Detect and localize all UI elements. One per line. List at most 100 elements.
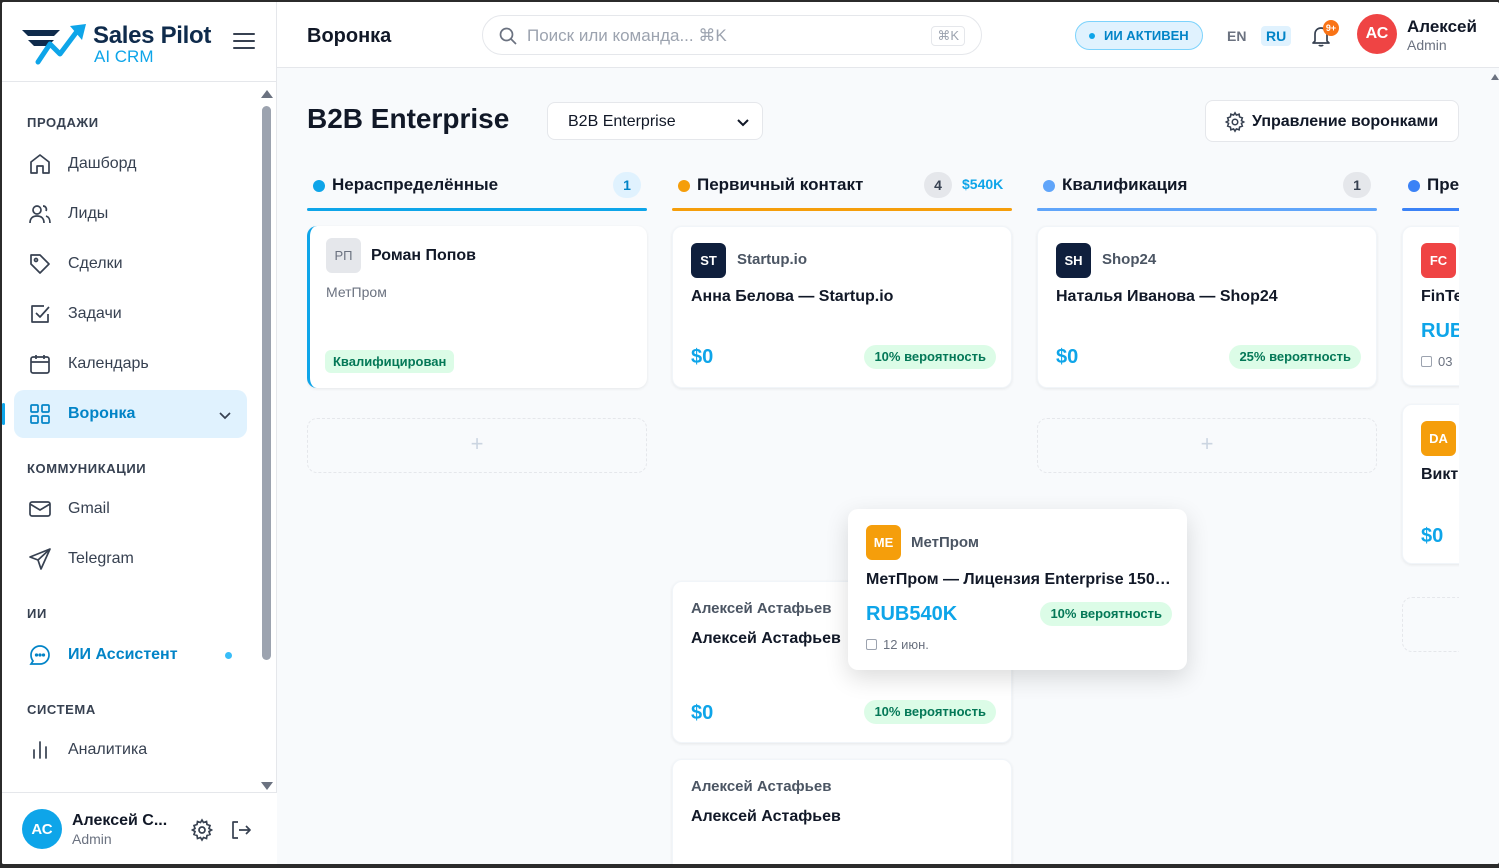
kanban-board: Нераспределённые 1 РП Роман Попов МетПро… [307,168,1459,864]
bar-chart-icon [33,741,47,759]
deal-date-text: 03 [1438,354,1453,369]
sidebar-item-label: Telegram [68,550,134,567]
add-card-zone[interactable] [1402,597,1459,652]
deal-amount: $0 [691,702,714,724]
board-title: B2B Enterprise [307,103,510,134]
header-user-name: Алексей [1407,17,1477,36]
search-icon [499,27,517,45]
sidebar-item-label: Воронка [68,405,136,422]
calendar-icon [866,639,877,650]
avatar[interactable]: АС [22,809,62,849]
sidebar-item-tasks[interactable]: Задачи [14,290,247,338]
column-name: Пре [1427,175,1459,194]
sidebar-item-label: Дашборд [68,155,137,172]
sidebar-item-deals[interactable]: Сделки [14,240,247,288]
deal-amount: RUB [1421,320,1459,342]
main-scrollbar[interactable] [1491,72,1499,864]
sidebar-scrollbar[interactable] [260,86,274,792]
deal-card[interactable]: SH Shop24 Наталья Иванова — Shop24 $0 25… [1037,226,1377,388]
gear-icon [1224,111,1246,133]
company-name: Startup.io [737,251,807,268]
contact-name: Алексей Астафьев [691,600,832,617]
scroll-down-icon[interactable] [261,782,273,790]
avatar: РП [326,238,361,273]
deal-card[interactable]: ST Startup.io Анна Белова — Startup.io $… [672,226,1012,388]
chevron-down-icon[interactable] [218,408,232,422]
lead-card[interactable]: РП Роман Попов МетПром Квалифицирован [307,226,647,388]
sidebar: Sales Pilot AI CRM ПРОДАЖИ Дашборд Лиды … [2,2,277,864]
brand: Sales Pilot AI CRM [2,2,277,82]
manage-funnels-button[interactable]: Управление воронками [1205,100,1459,142]
deal-title: Викт [1421,466,1459,483]
company-name: Shop24 [1102,251,1157,268]
main-content: B2B Enterprise B2B Enterprise Управление… [277,68,1491,864]
sidebar-item-leads[interactable]: Лиды [14,190,247,238]
search-box[interactable]: ⌘K [482,15,982,55]
column-name: Нераспределённые [332,175,499,194]
sidebar-item-ai-assistant[interactable]: ИИ Ассистент [14,631,247,679]
chevron-down-icon [737,119,749,127]
scroll-up-icon[interactable] [1491,74,1499,80]
company-logo: SH [1056,243,1091,278]
notifications-button[interactable]: 9+ [1309,20,1339,48]
search-input[interactable] [527,24,907,48]
column-dot [1043,180,1055,192]
deal-amount: RUB540K [866,603,958,625]
lead-name: Роман Попов [371,247,477,264]
deal-card[interactable]: DA Викт $0 [1402,404,1459,564]
column-count-badge: 1 [1343,172,1371,198]
probability-badge: 10% вероятность [864,345,996,369]
scroll-up-icon[interactable] [261,90,273,98]
active-indicator [2,403,5,425]
manage-funnels-label: Управление воронками [1252,113,1439,130]
tag-icon [30,254,50,274]
sidebar-item-label: Аналитика [68,741,148,758]
sidebar-item-label: Gmail [68,500,110,517]
add-card-zone[interactable]: + [1037,418,1377,473]
company-name: МетПром [911,534,979,551]
column-count-badge: 4 [924,172,952,198]
user-name: Алексей С... [72,812,168,829]
contact-name: Алексей Астафьев [691,778,832,795]
lang-ru-button[interactable]: RU [1261,26,1292,46]
brand-subtitle: AI CRM [94,47,154,66]
sidebar-item-funnel[interactable]: Воронка [14,390,247,438]
ai-status-badge[interactable]: ИИ АКТИВЕН [1075,21,1203,50]
scroll-thumb[interactable] [262,106,271,660]
sidebar-item-dashboard[interactable]: Дашборд [14,140,247,188]
sidebar-item-label: Сделки [68,255,123,272]
logout-icon[interactable] [229,818,253,842]
send-icon [29,548,51,570]
page-title: Воронка [307,25,392,47]
column-underline [672,208,1012,211]
hamburger-menu-icon[interactable] [233,33,255,51]
pipeline-select-value: B2B Enterprise [568,113,676,130]
sidebar-item-label: Задачи [68,305,122,322]
lang-en-button[interactable]: EN [1222,26,1251,46]
app-window: Sales Pilot AI CRM ПРОДАЖИ Дашборд Лиды … [2,2,1499,864]
company-logo: ME [866,525,901,560]
deal-title: МетПром — Лицензия Enterprise 150 мест [866,571,1171,588]
sidebar-user: АС Алексей С... Admin [2,792,277,864]
column-header: Квалификация 1 [1037,168,1377,212]
avatar[interactable]: АС [1357,14,1397,54]
sidebar-item-telegram[interactable]: Telegram [14,535,247,583]
sidebar-item-gmail[interactable]: Gmail [14,485,247,533]
column-header: Нераспределённые 1 [307,168,647,212]
gear-icon[interactable] [190,818,214,842]
deal-card[interactable]: FC FinTe RUB 03 [1402,226,1459,386]
sidebar-item-label: Календарь [68,355,149,372]
deal-amount: $0 [1421,525,1444,547]
dragging-deal-card[interactable]: ME МетПром МетПром — Лицензия Enterprise… [848,509,1187,670]
sidebar-item-analytics[interactable]: Аналитика [14,726,247,774]
deal-title: Алексей Астафьев [691,808,841,825]
column-underline [1402,208,1459,211]
sidebar-item-calendar[interactable]: Календарь [14,340,247,388]
pipeline-select[interactable]: B2B Enterprise [547,102,763,140]
column-dot [1408,180,1420,192]
probability-badge: 25% вероятность [1229,345,1361,369]
sidebar-item-label: Лиды [68,205,109,222]
deal-card[interactable]: Алексей Астафьев Алексей Астафьев [672,759,1012,864]
mail-icon [29,501,51,517]
add-card-zone[interactable]: + [307,418,647,473]
